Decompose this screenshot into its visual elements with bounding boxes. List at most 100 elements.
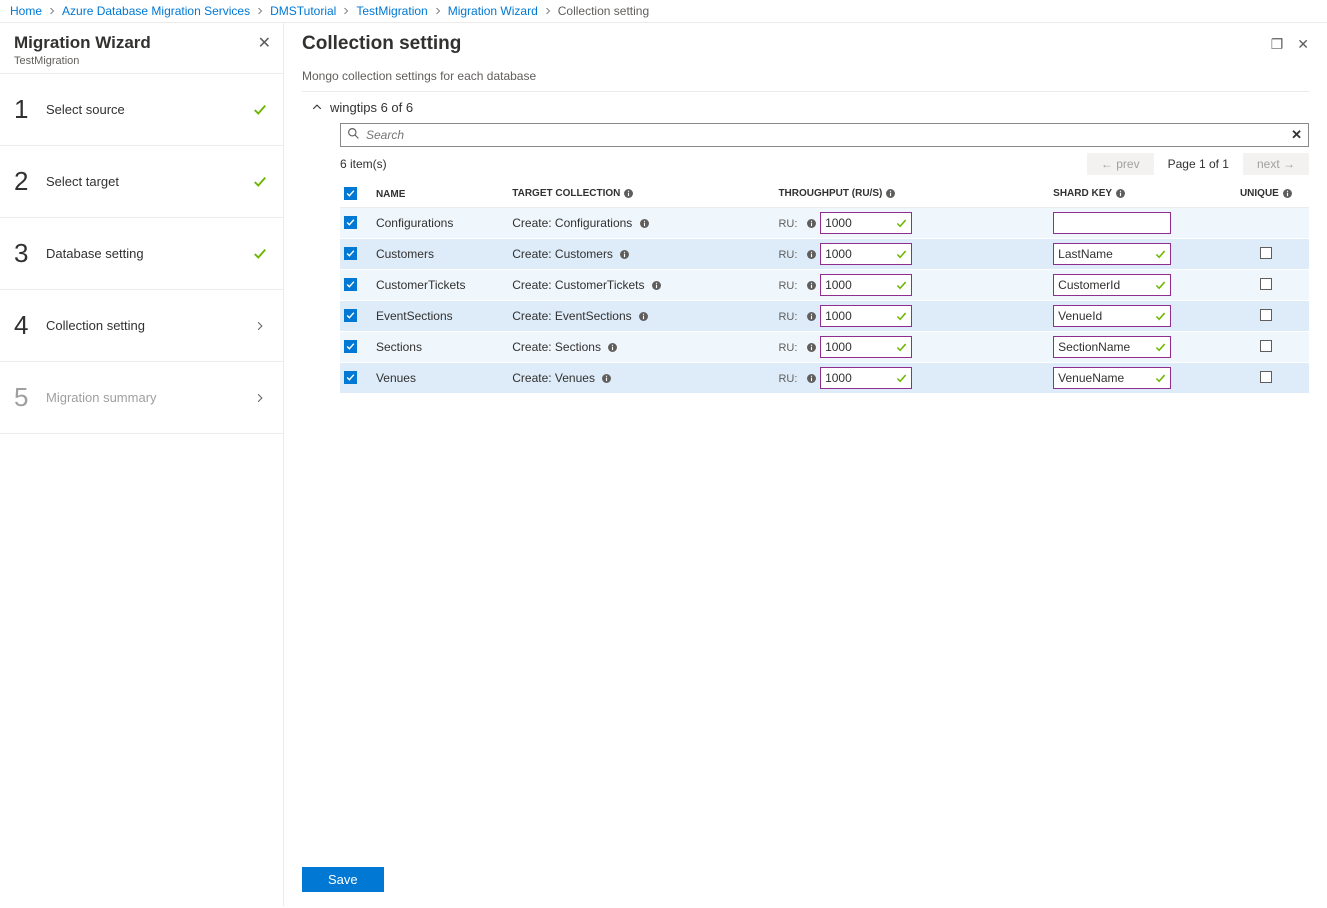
collection-name: EventSections [372, 301, 508, 332]
shard-key-input[interactable]: VenueId [1053, 305, 1171, 327]
shard-key-input[interactable]: VenueName [1053, 367, 1171, 389]
row-checkbox[interactable] [344, 247, 357, 260]
row-checkbox[interactable] [344, 371, 357, 384]
info-icon[interactable] [806, 280, 817, 291]
save-button[interactable]: Save [302, 867, 384, 892]
chevron-right-icon [342, 4, 350, 18]
next-page-button[interactable]: next → [1243, 153, 1309, 175]
throughput-input[interactable]: 1000 [820, 212, 912, 234]
wizard-step-1[interactable]: 1Select source [0, 74, 283, 146]
target-collection: Create: Venues [508, 363, 774, 394]
row-checkbox[interactable] [344, 340, 357, 353]
collection-name: Configurations [372, 208, 508, 239]
col-target[interactable]: TARGET COLLECTION [508, 181, 774, 208]
step-label: Select target [46, 174, 251, 189]
ru-label: RU: [778, 280, 797, 292]
crumb-migration[interactable]: TestMigration [356, 4, 427, 18]
unique-checkbox[interactable] [1260, 340, 1272, 352]
col-shard[interactable]: SHARD KEY [1049, 181, 1224, 208]
check-icon [251, 103, 269, 117]
shard-key-input[interactable]: SectionName [1053, 336, 1171, 358]
wizard-step-3[interactable]: 3Database setting [0, 218, 283, 290]
ru-label: RU: [778, 218, 797, 230]
row-checkbox[interactable] [344, 309, 357, 322]
info-icon[interactable] [623, 188, 634, 199]
shard-key-input[interactable] [1053, 212, 1171, 234]
step-label: Collection setting [46, 318, 251, 333]
info-icon[interactable] [638, 311, 649, 322]
step-number: 4 [14, 310, 46, 341]
info-icon[interactable] [806, 249, 817, 260]
step-number: 5 [14, 382, 46, 413]
throughput-input[interactable]: 1000 [820, 243, 912, 265]
info-icon[interactable] [607, 342, 618, 353]
table-row: EventSectionsCreate: EventSections RU: 1… [340, 301, 1309, 332]
crumb-home[interactable]: Home [10, 4, 42, 18]
target-collection: Create: CustomerTickets [508, 270, 774, 301]
search-input[interactable] [366, 128, 1291, 142]
table-row: CustomerTicketsCreate: CustomerTickets R… [340, 270, 1309, 301]
throughput-input[interactable]: 1000 [820, 336, 912, 358]
close-icon[interactable]: ✕ [258, 33, 271, 53]
col-throughput[interactable]: THROUGHPUT (RU/S) [774, 181, 1049, 208]
unique-checkbox[interactable] [1260, 309, 1272, 321]
page-subtitle: Mongo collection settings for each datab… [302, 65, 1309, 92]
wizard-step-4[interactable]: 4Collection setting [0, 290, 283, 362]
chevron-up-icon [312, 100, 322, 115]
unique-checkbox[interactable] [1260, 278, 1272, 290]
throughput-input[interactable]: 1000 [820, 367, 912, 389]
prev-page-button[interactable]: ← prev [1087, 153, 1154, 175]
close-icon[interactable]: ✕ [1297, 36, 1309, 53]
crumb-service[interactable]: Azure Database Migration Services [62, 4, 250, 18]
chevron-right-icon [256, 4, 264, 18]
table-row: VenuesCreate: Venues RU: 1000VenueName [340, 363, 1309, 394]
crumb-wizard[interactable]: Migration Wizard [448, 4, 538, 18]
info-icon[interactable] [639, 218, 650, 229]
target-collection: Create: EventSections [508, 301, 774, 332]
step-label: Database setting [46, 246, 251, 261]
step-number: 3 [14, 238, 46, 269]
info-icon[interactable] [806, 311, 817, 322]
ru-label: RU: [778, 342, 797, 354]
row-checkbox[interactable] [344, 278, 357, 291]
unique-checkbox[interactable] [1260, 371, 1272, 383]
info-icon[interactable] [806, 373, 817, 384]
collection-name: CustomerTickets [372, 270, 508, 301]
wizard-step-2[interactable]: 2Select target [0, 146, 283, 218]
clear-search-icon[interactable]: ✕ [1291, 127, 1302, 143]
info-icon[interactable] [885, 188, 896, 199]
target-collection: Create: Sections [508, 332, 774, 363]
collection-name: Venues [372, 363, 508, 394]
throughput-input[interactable]: 1000 [820, 305, 912, 327]
info-icon[interactable] [651, 280, 662, 291]
database-group-toggle[interactable]: wingtips 6 of 6 [302, 92, 1309, 123]
search-box[interactable]: ✕ [340, 123, 1309, 147]
crumb-project[interactable]: DMSTutorial [270, 4, 336, 18]
collections-table: NAME TARGET COLLECTION THROUGHPUT (RU/S)… [340, 181, 1309, 394]
chevron-right-icon [48, 4, 56, 18]
info-icon[interactable] [1282, 188, 1293, 199]
info-icon[interactable] [806, 218, 817, 229]
info-icon[interactable] [806, 342, 817, 353]
table-row: CustomersCreate: Customers RU: 1000LastN… [340, 239, 1309, 270]
unique-checkbox[interactable] [1260, 247, 1272, 259]
sidebar-title: Migration Wizard [14, 33, 151, 53]
shard-key-input[interactable]: CustomerId [1053, 274, 1171, 296]
search-icon [347, 127, 366, 143]
ru-label: RU: [778, 311, 797, 323]
throughput-input[interactable]: 1000 [820, 274, 912, 296]
col-name[interactable]: NAME [372, 181, 508, 208]
check-icon [251, 247, 269, 261]
info-icon[interactable] [619, 249, 630, 260]
wizard-sidebar: Migration Wizard TestMigration ✕ 1Select… [0, 23, 284, 906]
chevron-right-icon [251, 393, 269, 403]
info-icon[interactable] [601, 373, 612, 384]
shard-key-input[interactable]: LastName [1053, 243, 1171, 265]
select-all-checkbox[interactable] [344, 187, 357, 200]
restore-icon[interactable]: ❐ [1271, 36, 1284, 53]
crumb-current: Collection setting [558, 4, 649, 18]
info-icon[interactable] [1115, 188, 1126, 199]
row-checkbox[interactable] [344, 216, 357, 229]
chevron-right-icon [251, 321, 269, 331]
col-unique[interactable]: UNIQUE [1224, 181, 1309, 208]
